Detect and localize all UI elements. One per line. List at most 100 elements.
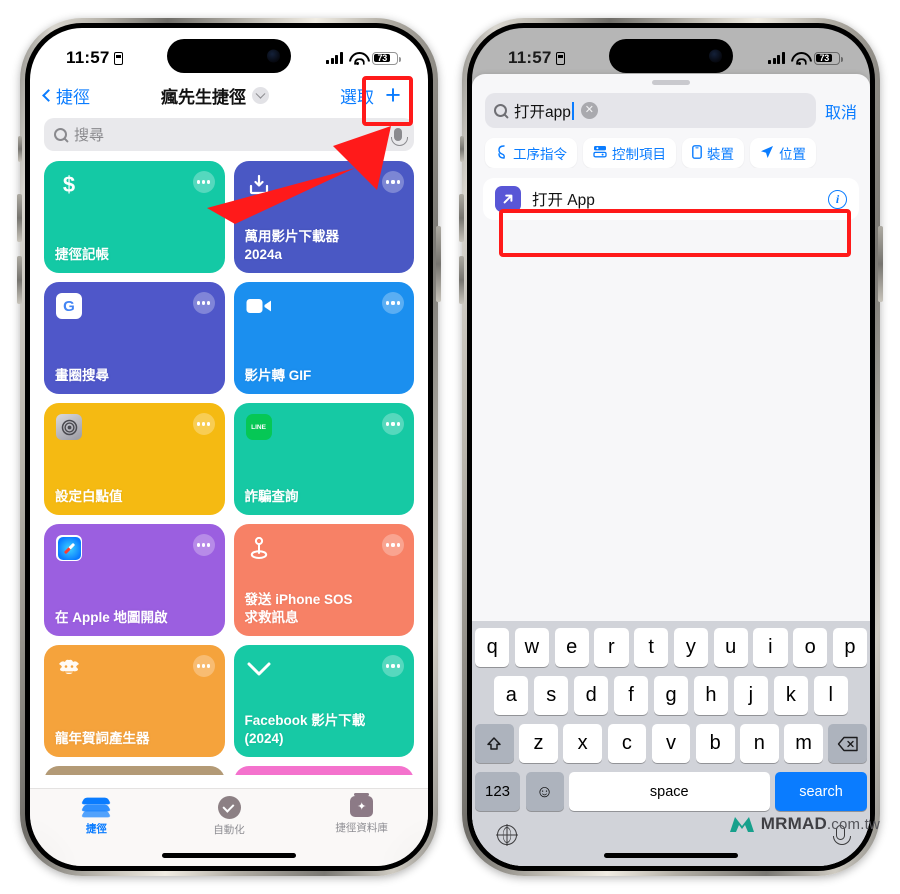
power-button[interactable] [878,226,883,302]
key-y[interactable]: y [673,628,708,667]
shortcut-card[interactable]: 龍年賀詞產生器 [44,645,225,757]
key-p[interactable]: p [832,628,867,667]
volume-down-button[interactable] [459,256,464,304]
clear-circle-icon[interactable]: ✕ [580,102,598,119]
shortcut-more-button[interactable] [192,534,215,556]
filter-chip-裝置[interactable]: 裝置 [682,138,744,168]
chevron-down-icon[interactable] [252,86,269,104]
power-button[interactable] [436,226,441,302]
key-i[interactable]: i [753,628,788,667]
key-e[interactable]: e [554,628,589,667]
search-input[interactable]: 搜尋 [44,118,414,151]
shortcut-more-button[interactable] [192,655,215,677]
shortcut-card[interactable]: 在 Apple 地圖開啟 [44,524,225,636]
space-key[interactable]: space [569,772,770,811]
key-f[interactable]: f [613,676,649,715]
filter-chip-工序指令[interactable]: 工序指令 [485,138,577,168]
key-w[interactable]: w [514,628,549,667]
cancel-button[interactable]: 取消 [825,99,857,123]
key-o[interactable]: o [793,628,828,667]
key-k[interactable]: k [773,676,809,715]
home-indicator[interactable] [162,853,296,858]
key-c[interactable]: c [607,724,647,763]
tab-automation[interactable]: 自動化 [163,796,296,837]
key-z[interactable]: z [519,724,558,763]
shortcut-card[interactable] [44,766,225,775]
shortcut-card[interactable] [233,766,414,775]
key-d[interactable]: d [573,676,609,715]
shortcut-card[interactable]: 發送 iPhone SOS 求救訊息 [233,524,414,636]
location-arrow-icon [760,145,774,162]
microphone-icon[interactable] [390,128,408,146]
tab-gallery[interactable]: 捷徑資料庫 [295,793,428,835]
emoji-smiley-icon[interactable]: ☺ [525,772,564,811]
script-icon [495,144,508,162]
key-j[interactable]: j [733,676,769,715]
status-time: 11:57 [508,48,552,67]
info-icon[interactable]: i [828,189,847,209]
shift-arrow-icon[interactable] [474,724,514,763]
search-value: 打开app [514,103,571,121]
shortcut-more-button[interactable] [382,171,404,193]
key-g[interactable]: g [653,676,689,715]
key-h[interactable]: h [693,676,729,715]
iphone-left-shortcuts-app: 11:57 73 捷徑 瘋先生捷徑 選取 + 搜尋 $ 捷徑記帳 萬用影片下載器… [17,18,441,876]
globe-icon[interactable] [497,825,517,845]
automation-clock-icon [217,796,241,819]
key-r[interactable]: r [594,628,629,667]
cellular-bars-icon [768,52,785,64]
shortcut-more-button[interactable] [192,171,215,193]
status-indicators: 73 [326,51,401,66]
status-indicators: 73 [768,51,843,66]
front-camera-icon [709,49,722,63]
key-v[interactable]: v [651,724,691,763]
shortcut-card[interactable]: 萬用影片下載器 2024a [233,161,414,273]
dynamic-island [167,39,291,73]
page-title[interactable]: 瘋先生捷徑 [161,83,269,108]
backspace-icon[interactable] [828,724,868,763]
shortcut-card[interactable]: 設定白點值 [44,403,225,515]
search-input[interactable]: 打开app ✕ [485,93,816,128]
silent-switch[interactable] [460,136,464,162]
key-x[interactable]: x [563,724,602,763]
shortcut-more-button[interactable] [382,413,404,435]
home-indicator[interactable] [604,853,738,858]
volume-up-button[interactable] [459,194,464,242]
key-t[interactable]: t [634,628,669,667]
key-s[interactable]: s [533,676,569,715]
key-a[interactable]: a [494,676,529,715]
shortcut-card[interactable]: G 畫圈搜尋 [44,282,225,394]
shortcut-card[interactable]: 影片轉 GIF [233,282,414,394]
silent-switch[interactable] [18,136,22,162]
back-button[interactable]: 捷徑 [42,83,90,108]
shortcut-card[interactable]: Facebook 影片下載 (2024) [233,645,414,757]
status-time-group: 11:57 [66,48,123,68]
shortcut-card[interactable]: LINE 詐騙查詢 [233,403,414,515]
search-sheet: 打开app ✕ 取消 工序指令 控制項目 裝置 位置 打开 App i q w … [472,74,870,866]
dragon-icon [55,655,83,683]
key-n[interactable]: n [740,724,779,763]
search-placeholder: 搜尋 [74,127,105,144]
key-q[interactable]: q [475,628,510,667]
select-button[interactable]: 選取 [340,83,374,108]
add-shortcut-button[interactable]: + [376,81,410,109]
shortcut-card[interactable]: $ 捷徑記帳 [44,161,225,273]
shortcut-more-button[interactable] [382,655,404,677]
shortcut-more-button[interactable] [192,413,215,435]
search-return-key[interactable]: search [775,772,867,811]
filter-chip-位置[interactable]: 位置 [750,138,816,168]
volume-up-button[interactable] [17,194,22,242]
shortcut-more-button[interactable] [382,292,404,314]
result-row-open-app[interactable]: 打开 App i [483,178,859,220]
tab-shortcuts[interactable]: 捷徑 [30,796,163,836]
numbers-key[interactable]: 123 [475,772,520,811]
filter-chips: 工序指令 控制項目 裝置 位置 [472,128,870,168]
shortcut-more-button[interactable] [382,534,404,556]
volume-down-button[interactable] [17,256,22,304]
filter-chip-控制項目[interactable]: 控制項目 [583,138,676,168]
key-u[interactable]: u [713,628,748,667]
key-b[interactable]: b [695,724,735,763]
key-l[interactable]: l [813,676,848,715]
shortcut-more-button[interactable] [192,292,215,314]
key-m[interactable]: m [784,724,823,763]
